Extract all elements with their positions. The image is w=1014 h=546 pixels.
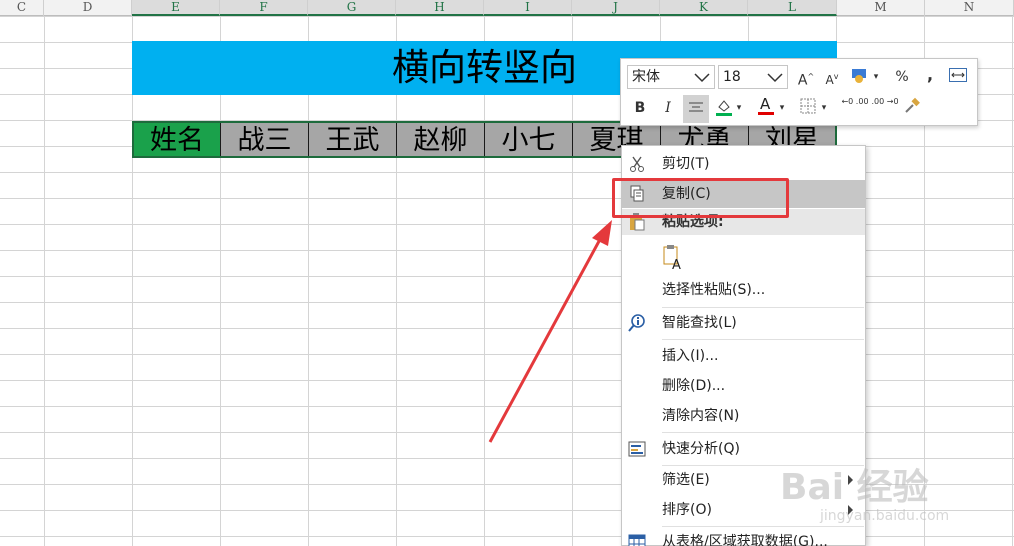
merge-center-button[interactable]: [947, 66, 969, 88]
font-name-value: 宋体: [632, 69, 660, 85]
menu-item-label: 智能查找(L): [662, 315, 737, 331]
column-header-n[interactable]: N: [925, 0, 1014, 16]
data-cell[interactable]: 战三: [221, 123, 309, 156]
column-header-i[interactable]: I: [484, 0, 572, 16]
grow-font-button[interactable]: A^: [795, 66, 817, 89]
format-painter-icon: [905, 97, 920, 113]
copy-highlight-box: [612, 178, 789, 218]
menu-separator: [662, 432, 864, 433]
menu-item-label: 插入(I)...: [662, 348, 719, 364]
italic-button[interactable]: I: [657, 97, 679, 119]
paste-clipboard-icon: A: [663, 245, 681, 270]
scissors-icon: [630, 156, 644, 172]
quick-analysis-icon: [628, 441, 646, 457]
watermark-url: jingyan.baidu.com: [820, 508, 950, 524]
accounting-format-button[interactable]: [849, 66, 871, 88]
chevron-down-icon[interactable]: ▾: [819, 97, 829, 119]
column-header-c[interactable]: C: [0, 0, 44, 16]
percent-style-button[interactable]: %: [891, 66, 913, 88]
borders-icon: [800, 98, 816, 114]
chevron-down-icon[interactable]: ▾: [734, 97, 744, 119]
paint-bucket-icon: [716, 100, 732, 116]
menu-item-clear-contents[interactable]: 清除内容(N): [622, 402, 865, 430]
svg-text:A: A: [760, 95, 771, 113]
font-color-icon: A: [758, 95, 774, 115]
currency-icon: [852, 69, 866, 83]
menu-separator: [662, 339, 864, 340]
chevron-down-icon: [694, 73, 710, 83]
chevron-down-icon[interactable]: ▾: [777, 97, 787, 119]
font-color-button[interactable]: A: [755, 95, 777, 117]
menu-item-insert[interactable]: 插入(I)...: [622, 342, 865, 370]
font-name-select[interactable]: 宋体: [627, 65, 715, 89]
grow-font-label: A: [797, 72, 808, 89]
comma-style-button[interactable]: ,: [919, 64, 941, 86]
column-header-m[interactable]: M: [837, 0, 925, 16]
menu-item-label: 删除(D)...: [662, 378, 726, 394]
bold-button[interactable]: B: [629, 97, 651, 119]
column-header-f[interactable]: F: [220, 0, 308, 16]
data-cell-name-header[interactable]: 姓名: [134, 123, 221, 156]
menu-item-label: 快速分析(Q): [662, 441, 740, 457]
column-header-l[interactable]: L: [748, 0, 837, 16]
mini-toolbar: 宋体 18 A^ Av ▾ % , B I ▾ A ▾ ▾ ←0 .00 .00…: [620, 58, 978, 126]
column-header-h[interactable]: H: [396, 0, 484, 16]
menu-item-cut[interactable]: 剪切(T): [622, 150, 865, 178]
data-cell[interactable]: 小七: [485, 123, 573, 156]
baidu-jingyan-watermark: Bai 经验 jingyan.baidu.com: [780, 458, 1010, 538]
shrink-font-label: A: [825, 73, 834, 87]
data-cell[interactable]: 赵柳: [397, 123, 485, 156]
menu-item-label: 筛选(E): [662, 472, 710, 488]
center-align-button[interactable]: [683, 95, 709, 123]
font-size-value: 18: [723, 69, 741, 85]
annotation-arrow: [488, 220, 612, 443]
font-size-select[interactable]: 18: [718, 65, 788, 89]
smart-lookup-icon: [628, 314, 645, 332]
increase-decimal-button[interactable]: ←0 .00: [841, 96, 869, 118]
menu-item-label: 剪切(T): [662, 156, 710, 172]
menu-item-label: 清除内容(N): [662, 408, 740, 424]
paste-keep-text-button[interactable]: A: [658, 242, 698, 272]
menu-item-paste-special[interactable]: 选择性粘贴(S)...: [622, 276, 865, 304]
column-header-k[interactable]: K: [660, 0, 748, 16]
table-icon: [628, 534, 646, 546]
data-cell[interactable]: 王武: [309, 123, 397, 156]
fill-color-button[interactable]: [713, 97, 735, 119]
menu-separator: [662, 307, 864, 308]
merge-cells-icon: [949, 68, 967, 82]
column-header-bar: C D E F G H I J K L M N: [0, 0, 1014, 16]
decrease-decimal-button[interactable]: .00 →0: [871, 96, 899, 118]
align-center-icon: [689, 102, 703, 112]
watermark-logo-text: Bai 经验: [780, 467, 929, 508]
format-painter-button[interactable]: [901, 97, 923, 119]
borders-button[interactable]: [797, 97, 819, 119]
chevron-down-icon[interactable]: ▾: [871, 66, 881, 88]
menu-item-label: 选择性粘贴(S)...: [662, 282, 766, 298]
menu-item-delete[interactable]: 删除(D)...: [622, 372, 865, 400]
column-header-j[interactable]: J: [572, 0, 660, 16]
chevron-down-icon: [767, 73, 783, 83]
paste-option-letter: A: [672, 258, 681, 270]
shrink-font-button[interactable]: Av: [821, 66, 843, 88]
menu-item-label: 排序(O): [662, 502, 712, 518]
column-header-d[interactable]: D: [44, 0, 132, 16]
menu-item-smart-lookup[interactable]: 智能查找(L): [622, 309, 865, 337]
column-header-e[interactable]: E: [132, 0, 220, 16]
column-header-g[interactable]: G: [308, 0, 396, 16]
